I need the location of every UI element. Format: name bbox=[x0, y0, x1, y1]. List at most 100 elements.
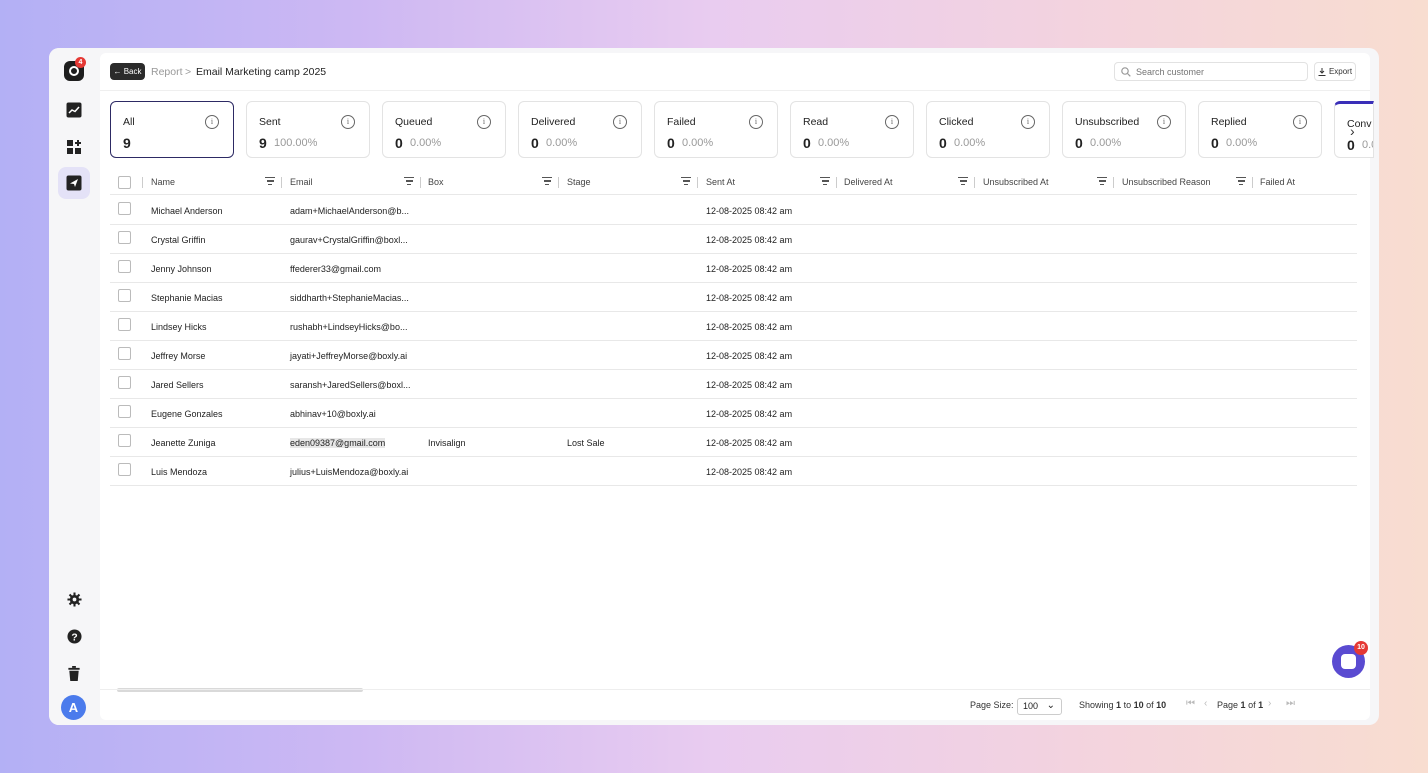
info-icon[interactable]: i bbox=[205, 115, 219, 129]
filter-icon[interactable] bbox=[404, 177, 414, 186]
card-label: Replied bbox=[1211, 116, 1247, 128]
table-row[interactable]: Jeffrey Morse jayati+JeffreyMorse@boxly.a… bbox=[110, 341, 1357, 370]
cell-email[interactable]: abhinav+10@boxly.ai bbox=[290, 409, 376, 419]
status-card-delivered[interactable]: Delivered i 0 0.00% bbox=[518, 101, 642, 158]
column-header-name[interactable]: Name bbox=[151, 177, 175, 187]
column-separator[interactable] bbox=[558, 177, 559, 188]
status-card-read[interactable]: Read i 0 0.00% bbox=[790, 101, 914, 158]
status-card-sent[interactable]: Sent i 9 100.00% bbox=[246, 101, 370, 158]
column-separator[interactable] bbox=[420, 177, 421, 188]
table-row[interactable]: Jenny Johnson ffederer33@gmail.com 12-08-2… bbox=[110, 254, 1357, 283]
column-header-sent-at[interactable]: Sent At bbox=[706, 177, 735, 187]
info-icon[interactable]: i bbox=[613, 115, 627, 129]
table-row[interactable]: Stephanie Macias siddharth+StephanieMacia… bbox=[110, 283, 1357, 312]
column-separator[interactable] bbox=[281, 177, 282, 188]
column-separator[interactable] bbox=[1113, 177, 1114, 188]
column-header-stage[interactable]: Stage bbox=[567, 177, 591, 187]
column-header-box[interactable]: Box bbox=[428, 177, 444, 187]
search-input[interactable] bbox=[1136, 66, 1296, 77]
table-row[interactable]: Crystal Griffin gaurav+CrystalGriffin@box… bbox=[110, 225, 1357, 254]
cell-email[interactable]: eden09387@gmail.com bbox=[290, 438, 386, 448]
sidebar-item-widgets[interactable] bbox=[58, 131, 90, 163]
info-icon[interactable]: i bbox=[749, 115, 763, 129]
row-checkbox[interactable] bbox=[118, 231, 131, 244]
info-icon[interactable]: i bbox=[1021, 115, 1035, 129]
showing-to: 10 bbox=[1133, 700, 1144, 710]
filter-icon[interactable] bbox=[1097, 177, 1107, 186]
cell-email[interactable]: rushabh+LindseyHicks@bo... bbox=[290, 322, 407, 332]
row-checkbox[interactable] bbox=[118, 289, 131, 302]
status-card-unsubscribed[interactable]: Unsubscribed i 0 0.00% bbox=[1062, 101, 1186, 158]
table-row[interactable]: Eugene Gonzales abhinav+10@boxly.ai 12-08-… bbox=[110, 399, 1357, 428]
info-icon[interactable]: i bbox=[885, 115, 899, 129]
sidebar-item-settings[interactable] bbox=[58, 583, 90, 615]
back-button[interactable]: ← Back bbox=[110, 63, 145, 80]
filter-icon[interactable] bbox=[681, 177, 691, 186]
row-checkbox[interactable] bbox=[118, 202, 131, 215]
filter-icon[interactable] bbox=[958, 177, 968, 186]
status-card-failed[interactable]: Failed i 0 0.00% bbox=[654, 101, 778, 158]
cell-email[interactable]: julius+LuisMendoza@boxly.ai bbox=[290, 467, 408, 477]
table-row[interactable]: Lindsey Hicks rushabh+LindseyHicks@bo... 1… bbox=[110, 312, 1357, 341]
next-page-icon[interactable]: › bbox=[1268, 698, 1271, 709]
sidebar-item-help[interactable]: ? bbox=[58, 620, 90, 652]
chevron-right-icon[interactable]: › bbox=[1350, 123, 1355, 139]
row-checkbox[interactable] bbox=[118, 405, 131, 418]
last-page-icon[interactable]: ⏭ bbox=[1286, 698, 1295, 709]
column-header-unsubscribed-at[interactable]: Unsubscribed At bbox=[983, 177, 1049, 187]
cell-stage: Lost Sale bbox=[567, 438, 605, 448]
sidebar-item-campaigns[interactable] bbox=[58, 167, 90, 199]
info-icon[interactable]: i bbox=[1157, 115, 1171, 129]
column-header-unsubscribed-reason[interactable]: Unsubscribed Reason bbox=[1122, 177, 1211, 187]
column-separator[interactable] bbox=[697, 177, 698, 188]
status-card-replied[interactable]: Replied i 0 0.00% bbox=[1198, 101, 1322, 158]
filter-icon[interactable] bbox=[542, 177, 552, 186]
status-card-clicked[interactable]: Clicked i 0 0.00% bbox=[926, 101, 1050, 158]
cell-email[interactable]: siddharth+StephanieMacias... bbox=[290, 293, 409, 303]
column-separator[interactable] bbox=[974, 177, 975, 188]
table-row[interactable]: Jeanette Zuniga eden09387@gmail.com Invisa… bbox=[110, 428, 1357, 457]
avatar[interactable]: A bbox=[61, 695, 86, 720]
cell-email[interactable]: saransh+JaredSellers@boxl... bbox=[290, 380, 410, 390]
row-checkbox[interactable] bbox=[118, 434, 131, 447]
topbar: ← Back Report > Email Marketing camp 202… bbox=[100, 53, 1370, 91]
table-row[interactable]: Jared Sellers saransh+JaredSellers@boxl..… bbox=[110, 370, 1357, 399]
page-size-select[interactable]: 100 ⌄ bbox=[1017, 698, 1062, 715]
select-all-checkbox[interactable] bbox=[118, 176, 131, 189]
row-checkbox[interactable] bbox=[118, 318, 131, 331]
cell-email[interactable]: gaurav+CrystalGriffin@boxl... bbox=[290, 235, 408, 245]
row-checkbox[interactable] bbox=[118, 376, 131, 389]
search-box[interactable] bbox=[1114, 62, 1308, 81]
export-button[interactable]: Export bbox=[1314, 62, 1356, 81]
cell-email[interactable]: ffederer33@gmail.com bbox=[290, 264, 381, 274]
info-icon[interactable]: i bbox=[341, 115, 355, 129]
cell-email[interactable]: jayati+JeffreyMorse@boxly.ai bbox=[290, 351, 407, 361]
sidebar-item-analytics[interactable] bbox=[58, 94, 90, 126]
column-separator[interactable] bbox=[836, 177, 837, 188]
column-header-failed-at[interactable]: Failed At bbox=[1260, 177, 1295, 187]
prev-page-icon[interactable]: ‹ bbox=[1204, 698, 1207, 709]
first-page-icon[interactable]: ⏮ bbox=[1186, 698, 1195, 709]
status-card-queued[interactable]: Queued i 0 0.00% bbox=[382, 101, 506, 158]
table-row[interactable]: Michael Anderson adam+MichaelAnderson@b..… bbox=[110, 196, 1357, 225]
column-header-delivered-at[interactable]: Delivered At bbox=[844, 177, 893, 187]
row-checkbox[interactable] bbox=[118, 347, 131, 360]
filter-icon[interactable] bbox=[265, 177, 275, 186]
info-icon[interactable]: i bbox=[1293, 115, 1307, 129]
table-row[interactable]: Luis Mendoza julius+LuisMendoza@boxly.ai 1… bbox=[110, 457, 1357, 486]
row-checkbox[interactable] bbox=[118, 260, 131, 273]
info-icon[interactable]: i bbox=[477, 115, 491, 129]
filter-icon[interactable] bbox=[1236, 177, 1246, 186]
breadcrumb-parent[interactable]: Report bbox=[151, 66, 183, 78]
cell-sent-at: 12-08-2025 08:42 am bbox=[706, 438, 793, 448]
card-count: 0 bbox=[803, 135, 811, 151]
column-header-email[interactable]: Email bbox=[290, 177, 313, 187]
cell-email[interactable]: adam+MichaelAnderson@b... bbox=[290, 206, 409, 216]
sidebar-item-trash[interactable] bbox=[58, 657, 90, 689]
filter-icon[interactable] bbox=[820, 177, 830, 186]
column-separator[interactable] bbox=[1252, 177, 1253, 188]
status-card-all[interactable]: All i 9 bbox=[110, 101, 234, 158]
card-percent: 0.00% bbox=[1226, 137, 1258, 149]
export-label: Export bbox=[1328, 67, 1353, 76]
row-checkbox[interactable] bbox=[118, 463, 131, 476]
